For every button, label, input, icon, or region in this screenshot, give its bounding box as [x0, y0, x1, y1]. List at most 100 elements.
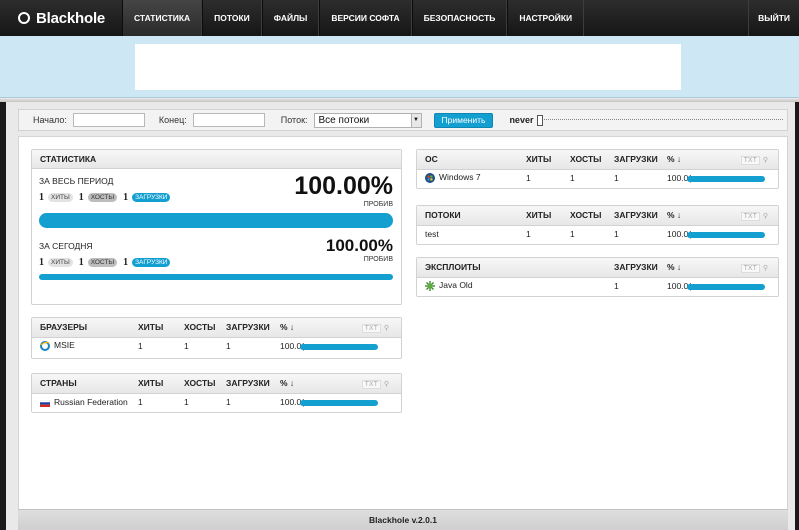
- exploits-table: ЭКСПЛОИТЫ ЗАГРУЗКИ % ↓ TXT ⚲ Java Old 1 1…: [417, 258, 778, 294]
- column-header[interactable]: ЗАГРУЗКИ: [614, 258, 667, 278]
- column-header[interactable]: ЗАГРУЗКИ: [614, 150, 667, 170]
- column-header[interactable]: ЗАГРУЗКИ: [226, 374, 280, 394]
- russia-flag-icon: [39, 399, 51, 407]
- streams-table: ПОТОКИ ХИТЫ ХОСТЫ ЗАГРУЗКИ % ↓ TXT ⚲ test…: [417, 206, 778, 242]
- column-header[interactable]: ХОСТЫ: [570, 206, 614, 226]
- column-header[interactable]: ХОСТЫ: [184, 374, 226, 394]
- percent-label: ПРОБИВ: [363, 201, 393, 208]
- logout-button[interactable]: ВЫЙТИ: [748, 0, 799, 36]
- table-header: БРАУЗЕРЫ ХИТЫ ХОСТЫ ЗАГРУЗКИ % ↓ TXT ⚲: [32, 318, 401, 338]
- table-header: СТРАНЫ ХИТЫ ХОСТЫ ЗАГРУЗКИ % ↓ TXT ⚲: [32, 374, 401, 394]
- main-content: СТАТИСТИКА ЗА ВЕСЬ ПЕРИОД 1 ХИТЫ 1 ХОСТЫ…: [18, 136, 788, 509]
- column-header: БРАУЗЕРЫ: [32, 318, 138, 338]
- loads-cell: 1: [614, 280, 619, 291]
- percent-bar: [687, 283, 766, 290]
- percent-bar: [687, 231, 766, 238]
- column-header: ПОТОКИ: [417, 206, 526, 226]
- table-header: ЭКСПЛОИТЫ ЗАГРУЗКИ % ↓ TXT ⚲: [417, 258, 778, 278]
- hits-count: 1: [39, 257, 44, 268]
- countries-panel: СТРАНЫ ХИТЫ ХОСТЫ ЗАГРУЗКИ % ↓ TXT ⚲ Russ…: [31, 373, 402, 413]
- hits-cell: 1: [138, 396, 143, 407]
- column-header[interactable]: % ↓: [667, 150, 733, 170]
- nav-streams[interactable]: ПОТОКИ: [202, 0, 262, 36]
- hosts-cell: 1: [570, 172, 575, 183]
- hosts-cell: 1: [184, 396, 189, 407]
- start-date-input[interactable]: [72, 113, 145, 127]
- loads-count: 1: [123, 192, 129, 203]
- apply-button[interactable]: Применить: [433, 112, 494, 128]
- nav-files[interactable]: ФАЙЛЫ: [261, 0, 320, 36]
- logo[interactable]: Blackhole: [0, 10, 122, 27]
- nav-software-versions[interactable]: ВЕРСИИ СОФТА: [319, 0, 412, 36]
- column-header[interactable]: % ↓: [667, 206, 733, 226]
- column-header[interactable]: ХИТЫ: [526, 150, 570, 170]
- loads-badge: ЗАГРУЗКИ: [132, 258, 171, 267]
- slider-handle[interactable]: [537, 115, 544, 126]
- column-header[interactable]: ХИТЫ: [526, 206, 570, 226]
- nav-security[interactable]: БЕЗОПАСНОСТЬ: [411, 0, 508, 36]
- column-header[interactable]: ЗАГРУЗКИ: [614, 206, 667, 226]
- hosts-count: 1: [78, 192, 84, 203]
- column-header: ЭКСПЛОИТЫ: [417, 258, 614, 278]
- column-header[interactable]: ХИТЫ: [138, 374, 184, 394]
- country-name: Russian Federation: [54, 396, 128, 407]
- column-header[interactable]: % ↓: [280, 318, 348, 338]
- progress-bar: [39, 213, 393, 228]
- txt-export-button[interactable]: TXT: [740, 212, 760, 222]
- wrench-icon[interactable]: ⚲: [384, 325, 389, 332]
- panel-title: СТАТИСТИКА: [32, 150, 401, 169]
- wrench-icon[interactable]: ⚲: [763, 265, 768, 272]
- refresh-label: never: [509, 115, 534, 125]
- txt-export-button[interactable]: TXT: [740, 156, 760, 166]
- wrench-icon[interactable]: ⚲: [763, 157, 768, 164]
- browsers-table: БРАУЗЕРЫ ХИТЫ ХОСТЫ ЗАГРУЗКИ % ↓ TXT ⚲ MS…: [32, 318, 401, 354]
- progress-bar: [39, 274, 393, 280]
- os-name: Windows 7: [439, 172, 481, 183]
- main-nav: СТАТИСТИКА ПОТОКИ ФАЙЛЫ ВЕРСИИ СОФТА БЕЗ…: [122, 0, 585, 36]
- stream-select[interactable]: Все потоки ▼: [313, 112, 422, 128]
- nav-settings[interactable]: НАСТРОЙКИ: [507, 0, 585, 36]
- table-row: Windows 7 1 1 1 100.0(: [417, 169, 778, 186]
- txt-export-button[interactable]: TXT: [361, 324, 381, 334]
- hosts-badge: ХОСТЫ: [87, 258, 118, 267]
- column-header[interactable]: ХОСТЫ: [184, 318, 226, 338]
- loads-cell: 1: [226, 340, 231, 351]
- exploit-name: Java Old: [439, 280, 473, 291]
- column-header: ОС: [417, 150, 526, 170]
- txt-export-button[interactable]: TXT: [740, 264, 760, 274]
- percent-bar: [300, 399, 379, 406]
- column-header[interactable]: ЗАГРУЗКИ: [226, 318, 280, 338]
- stream-label: Поток:: [280, 115, 308, 125]
- footer-version: Blackhole v.2.0.1: [18, 509, 788, 530]
- hits-cell: 1: [526, 172, 531, 183]
- period-label: ЗА СЕГОДНЯ: [39, 241, 93, 251]
- txt-export-button[interactable]: TXT: [361, 380, 381, 390]
- chevron-down-icon[interactable]: ▼: [410, 113, 421, 127]
- today-stats: ЗА СЕГОДНЯ 1 ХИТЫ 1 ХОСТЫ 1 ЗАГРУЗКИ 100…: [32, 234, 401, 299]
- countries-table: СТРАНЫ ХИТЫ ХОСТЫ ЗАГРУЗКИ % ↓ TXT ⚲ Russ…: [32, 374, 401, 410]
- wrench-icon[interactable]: ⚲: [763, 213, 768, 220]
- table-row: Russian Federation 1 1 1 100.0(: [32, 393, 401, 410]
- hosts-cell: 1: [184, 340, 189, 351]
- logo-text: Blackhole: [36, 9, 106, 27]
- nav-statistics[interactable]: СТАТИСТИКА: [122, 0, 203, 36]
- banner: [0, 36, 799, 98]
- table-row: MSIE 1 1 1 100.0(: [32, 337, 401, 354]
- left-border: [0, 102, 6, 530]
- percent-value: 100.00%: [294, 172, 393, 200]
- column-header[interactable]: ХИТЫ: [138, 318, 184, 338]
- column-header[interactable]: % ↓: [667, 258, 733, 278]
- period-label: ЗА ВЕСЬ ПЕРИОД: [39, 176, 114, 186]
- refresh-slider[interactable]: [537, 115, 784, 126]
- loads-count: 1: [123, 257, 129, 268]
- end-date-input[interactable]: [192, 113, 265, 127]
- column-header[interactable]: ХОСТЫ: [570, 150, 614, 170]
- windows-icon: [425, 173, 435, 184]
- slider-track[interactable]: [541, 119, 784, 121]
- hits-badge: ХИТЫ: [48, 193, 73, 202]
- loads-badge: ЗАГРУЗКИ: [132, 193, 171, 202]
- percent-label: ПРОБИВ: [363, 256, 393, 263]
- counts-row: 1 ХИТЫ 1 ХОСТЫ 1 ЗАГРУЗКИ: [39, 192, 176, 203]
- wrench-icon[interactable]: ⚲: [384, 381, 389, 388]
- column-header[interactable]: % ↓: [280, 374, 348, 394]
